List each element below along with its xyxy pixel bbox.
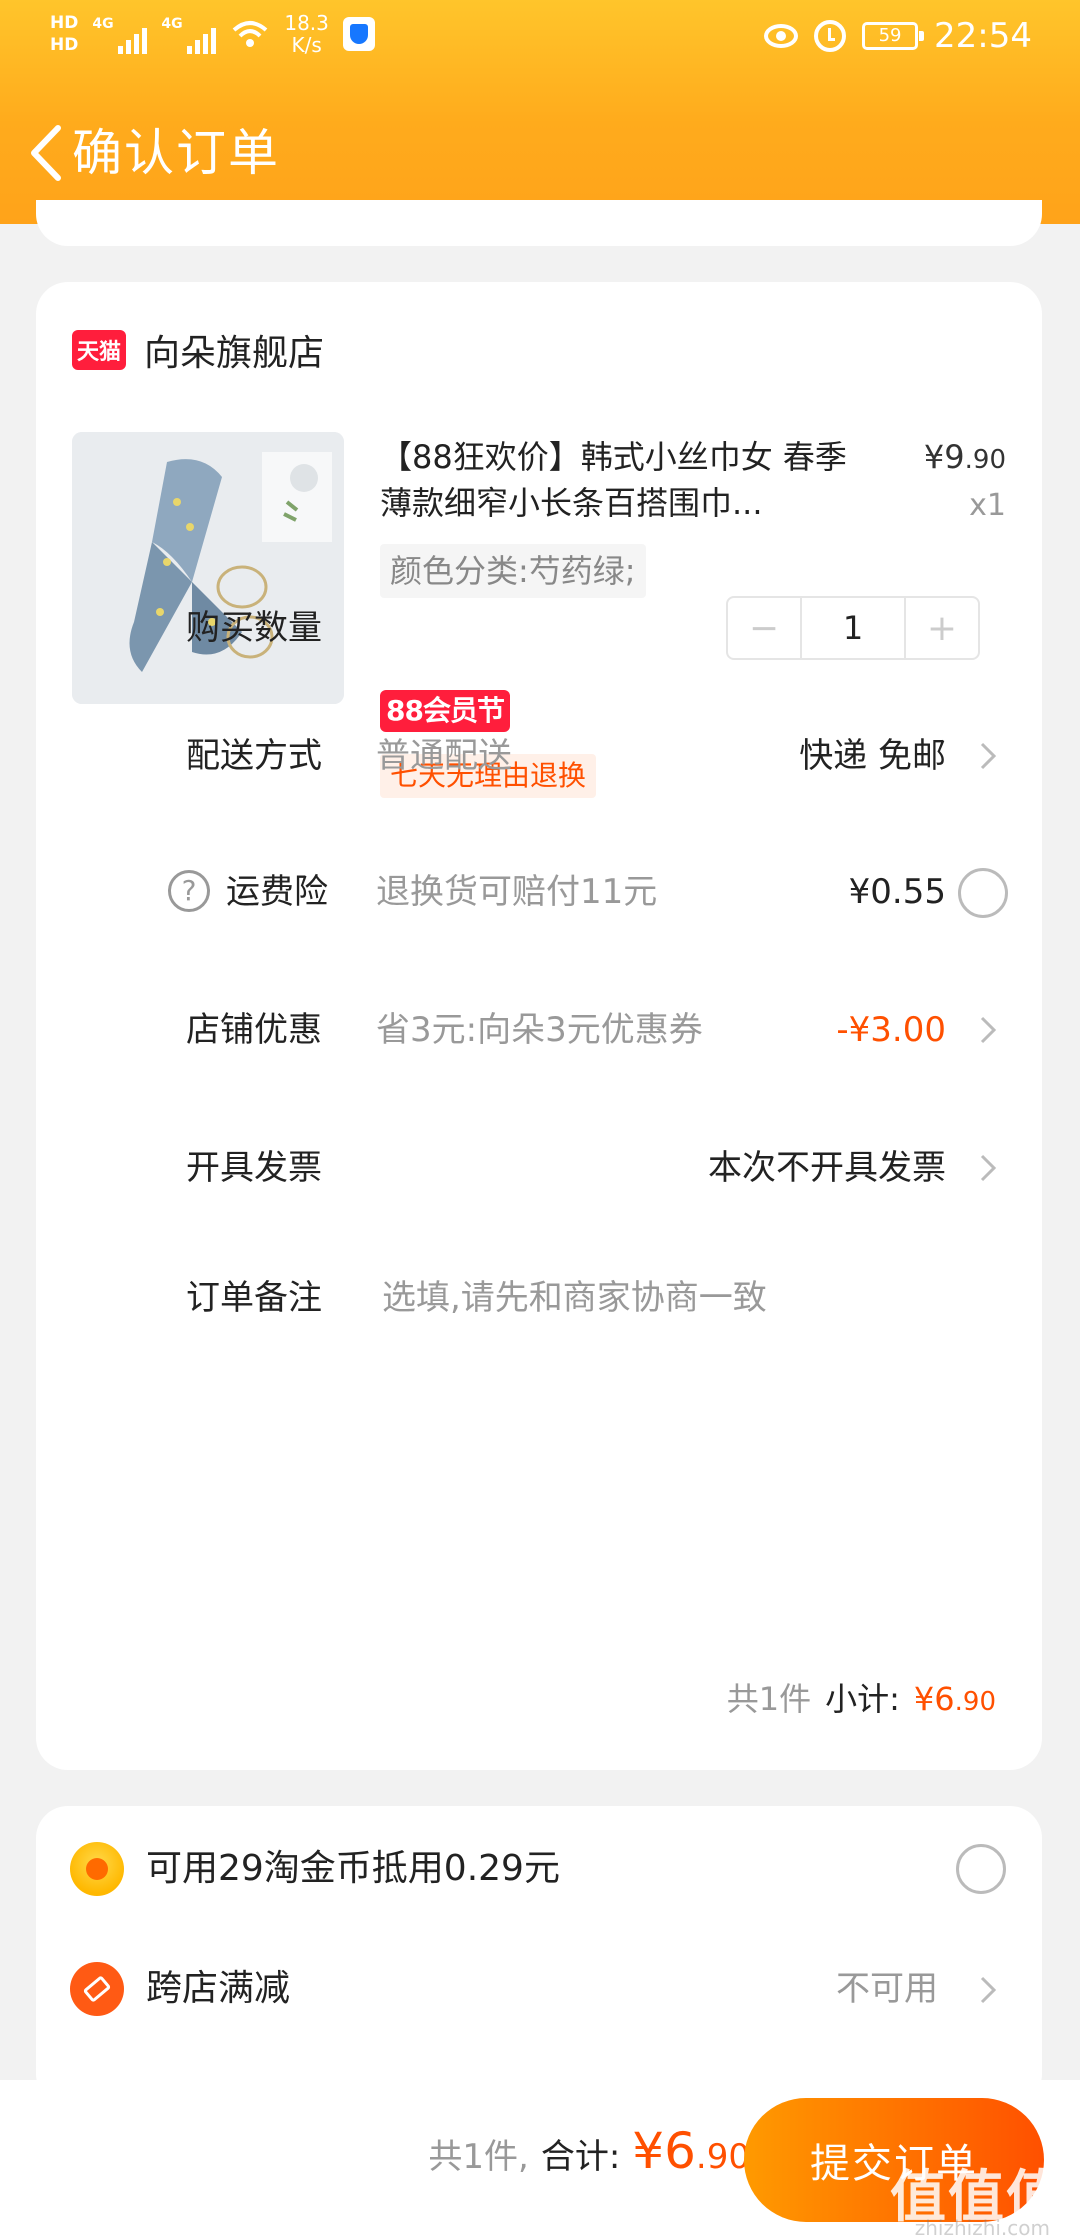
shop-discount-label: 店铺优惠: [186, 1010, 322, 1050]
shield-icon: [342, 17, 375, 51]
speed-unit: K/s: [291, 33, 322, 57]
signal-icon-1: 4G: [92, 14, 148, 54]
delivery-row[interactable]: 配送方式 普通配送 快递 免邮: [36, 716, 1042, 796]
product-quantity: x1: [969, 488, 1006, 523]
chevron-right-icon[interactable]: [974, 1976, 1002, 2004]
shop-header[interactable]: 天猫 向朵旗舰店: [72, 324, 324, 376]
quantity-stepper: − 1 +: [726, 596, 980, 660]
tmall-badge: 天猫: [72, 330, 126, 370]
invoice-label: 开具发票: [186, 1148, 322, 1188]
quantity-row: 购买数量 − 1 +: [36, 588, 1042, 668]
insurance-price: ¥0.55: [848, 872, 946, 912]
insurance-label: 运费险: [226, 872, 328, 912]
order-total: 共1件, 合计: ¥6.90: [428, 2122, 750, 2180]
shop-name[interactable]: 向朵旗舰店: [144, 324, 324, 376]
taobao-coin-icon: [70, 1842, 124, 1896]
alarm-icon: [814, 20, 847, 52]
site-watermark-url: zhizhizhi.com: [914, 2216, 1050, 2240]
signal-icon-2: 4G: [161, 14, 217, 54]
cross-store-label: 跨店满减: [146, 1968, 291, 2009]
subtotal-count: 共1件: [726, 1680, 812, 1718]
delivery-sub: 普通配送: [376, 736, 512, 776]
shop-discount-row[interactable]: 店铺优惠 省3元:向朵3元优惠券 -¥3.00: [36, 990, 1042, 1070]
quantity-value[interactable]: 1: [800, 598, 906, 658]
coins-label: 可用29淘金币抵用0.29元: [146, 1848, 560, 1889]
clock: 22:54: [934, 16, 1032, 56]
delivery-label: 配送方式: [186, 736, 322, 776]
wifi-icon: [233, 21, 268, 47]
note-input[interactable]: 选填,请先和商家协商一致: [382, 1258, 767, 1338]
decrease-button[interactable]: −: [728, 598, 800, 658]
product-price-decimal: .90: [964, 445, 1006, 475]
status-right: 59 22:54: [764, 16, 1032, 56]
eye-icon: [764, 24, 799, 48]
invoice-value: 本次不开具发票: [708, 1148, 946, 1188]
total-amount: ¥6.90: [632, 2122, 750, 2180]
total-label: 合计:: [540, 2137, 621, 2177]
product-price: ¥9.90: [924, 438, 1006, 476]
subtotal-label: 小计:: [825, 1680, 900, 1718]
hd-label-1: HD: [50, 13, 79, 33]
note-label: 订单备注: [186, 1278, 322, 1318]
help-icon[interactable]: ?: [168, 870, 210, 912]
status-bar: HD HD 4G 4G 18.3 K/s 59 22:54: [0, 0, 1080, 80]
chevron-right-icon: [980, 1154, 997, 1182]
order-card: 天猫 向朵旗舰店 【88狂欢价】韩式小丝巾女 春季薄款细窄小长条百搭围巾... …: [36, 282, 1042, 1770]
battery-icon: 59: [862, 22, 925, 50]
subtotal-amount-main: ¥6: [913, 1680, 955, 1718]
network-type-2: 4G: [161, 16, 183, 32]
insurance-sub: 退换货可赔付11元: [376, 872, 658, 912]
increase-button[interactable]: +: [906, 598, 978, 658]
insurance-row: ? 运费险 退换货可赔付11元 ¥0.55: [36, 852, 1042, 932]
title-bar: 确认订单: [0, 108, 1080, 198]
perks-card: 可用29淘金币抵用0.29元 跨店满减 不可用: [36, 1806, 1042, 2106]
shop-discount-value: -¥3.00: [836, 1010, 946, 1050]
coins-radio[interactable]: [956, 1844, 1006, 1894]
insurance-radio[interactable]: [958, 868, 1008, 918]
checkout-bar: 共1件, 合计: ¥6.90 提交订单 值值值 zhizhizhi.com: [0, 2080, 1080, 2240]
status-left: HD HD 4G 4G 18.3 K/s: [50, 12, 375, 56]
chevron-right-icon: [980, 742, 997, 770]
note-row: 订单备注 选填,请先和商家协商一致: [36, 1258, 1042, 1338]
product-price-main: ¥9: [923, 438, 965, 476]
hd-indicator: HD HD: [50, 12, 78, 56]
app-header: HD HD 4G 4G 18.3 K/s 59 22:54 确认订单: [0, 0, 1080, 224]
quantity-label: 购买数量: [186, 608, 322, 648]
product-title[interactable]: 【88狂欢价】韩式小丝巾女 春季薄款细窄小长条百搭围巾...: [380, 434, 850, 526]
total-count: 共1件,: [428, 2137, 529, 2177]
network-type-1: 4G: [92, 16, 114, 32]
page-title: 确认订单: [72, 124, 280, 182]
chevron-right-icon: [980, 1016, 997, 1044]
cross-store-value: 不可用: [836, 1969, 938, 2009]
coupon-icon: [70, 1962, 124, 2016]
subtotal: 共1件 小计: ¥6.90: [727, 1674, 996, 1720]
delivery-value: 快递 免邮: [799, 736, 946, 776]
shop-discount-sub: 省3元:向朵3元优惠券: [376, 1010, 703, 1050]
invoice-row[interactable]: 开具发票 本次不开具发票: [36, 1128, 1042, 1208]
network-speed: 18.3 K/s: [284, 12, 329, 56]
hd-label-2: HD: [50, 35, 79, 55]
total-amount-main: ¥6: [632, 2122, 696, 2180]
total-amount-decimal: .90: [695, 2137, 750, 2177]
subtotal-amount: ¥6.90: [914, 1680, 996, 1718]
subtotal-amount-decimal: .90: [954, 1687, 996, 1717]
speed-value: 18.3: [284, 11, 329, 35]
address-card-bottom: [36, 200, 1042, 246]
